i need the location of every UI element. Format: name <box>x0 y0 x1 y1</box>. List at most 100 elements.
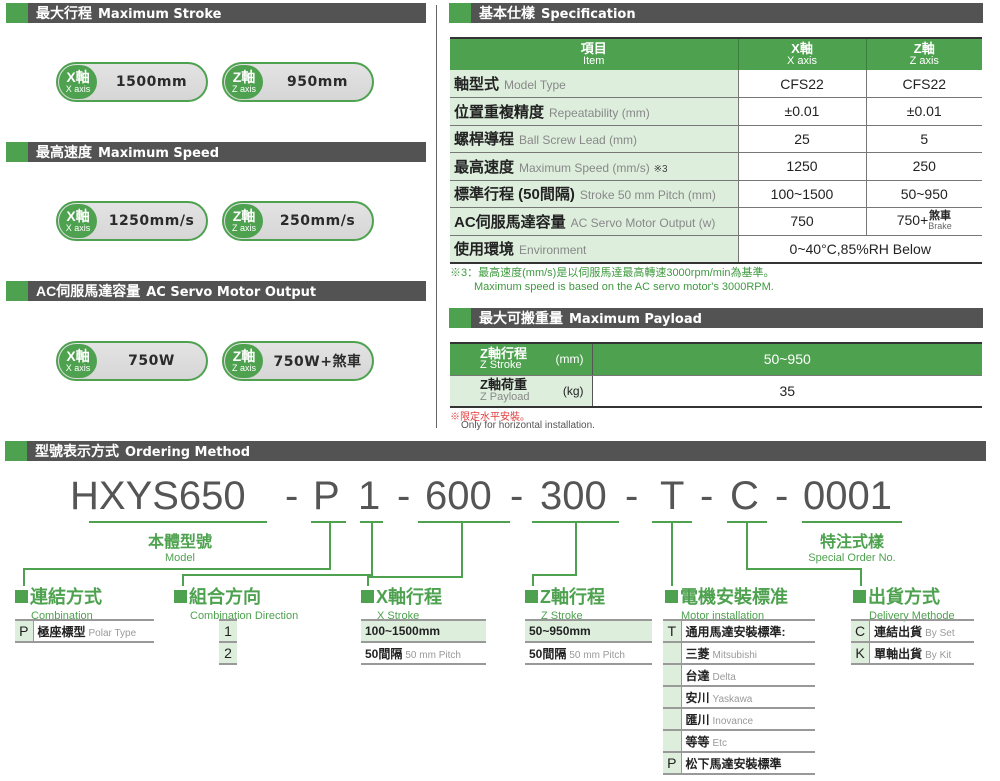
pill-value: 750W <box>128 353 175 369</box>
table-row: Z軸行程 Z Stroke (mm) 50~950 <box>450 342 982 376</box>
list-item: 三菱 Mitsubishi <box>663 642 815 665</box>
section-bar-servo-output: AC伺服馬達容量 AC Servo Motor Output <box>6 281 426 301</box>
list-item: 安川 Yaskawa <box>663 686 815 709</box>
spec-header-row: 項目 Item X軸 X axis Z軸 Z axis <box>450 37 982 70</box>
x-axis-badge: X軸 X axis <box>59 65 97 99</box>
category-delivery: 出貨方式 Delivery Methode <box>853 583 955 622</box>
direction-options: 1 2 <box>219 619 237 665</box>
header-x-axis: X軸 X axis <box>738 37 867 70</box>
code-part-special: 0001 <box>803 474 892 518</box>
list-item: 100~1500mm <box>361 619 486 643</box>
bullet-square-icon <box>853 589 866 603</box>
x-stroke-options: 100~1500mm 50間隔 50 mm Pitch <box>361 619 486 665</box>
z-value: 750+ 煞車 Brake <box>866 207 982 236</box>
spec-footnote: ※3：最高速度(mm/s)是以伺服馬達最高轉速3000rpm/min為基準。 M… <box>450 267 775 293</box>
x-axis-badge: X軸 X axis <box>59 344 97 378</box>
pill-output-x: X軸 X axis 750W <box>56 341 208 381</box>
list-item: 等等 Etc <box>663 730 815 753</box>
category-direction: 組合方向 Combination Direction <box>174 583 298 622</box>
pill-value: 1250mm/s <box>108 213 195 229</box>
code-part-combination: P <box>313 474 340 518</box>
section-title-zh: 最大行程 <box>36 5 92 21</box>
column-divider <box>436 5 437 428</box>
table-row: 軸型式 Model Type CFS22 CFS22 <box>450 70 982 98</box>
pill-value: 1500mm <box>115 74 188 90</box>
pill-value: 250mm/s <box>279 213 356 229</box>
list-item: 50間隔 50 mm Pitch <box>525 642 652 665</box>
model-label: 本體型號 Model <box>147 534 212 564</box>
category-motor: 電機安裝標准 Motor installation <box>665 583 788 622</box>
x-value: ±0.01 <box>738 97 867 126</box>
x-value: 1250 <box>738 152 867 181</box>
bullet-square-icon <box>15 589 28 603</box>
pill-output-z: Z軸 Z axis 750W+煞車 <box>222 341 374 381</box>
delivery-options: C 連結出貨 By Set K 單軸出貨 By Kit <box>851 619 974 665</box>
section-title-zh: 最高速度 <box>36 144 92 160</box>
pill-speed-z: Z軸 Z axis 250mm/s <box>222 201 374 241</box>
z-axis-badge: Z軸 Z axis <box>225 65 263 99</box>
pill-speed-x: X軸 X axis 1250mm/s <box>56 201 208 241</box>
z-axis-badge: Z軸 Z axis <box>225 344 263 378</box>
bullet-square-icon <box>525 589 538 603</box>
payload-table: Z軸行程 Z Stroke (mm) 50~950 Z軸荷重 Z Payload (kg… <box>450 342 982 408</box>
section-title-en: Maximum Payload <box>569 312 702 327</box>
list-item: K 單軸出貨 By Kit <box>851 642 974 665</box>
table-row: 使用環境 Environment 0~40°C,85%RH Below <box>450 235 982 264</box>
header-z-axis: Z軸 Z axis <box>866 37 982 70</box>
underline-x-stroke <box>418 521 510 523</box>
code-dash: - <box>510 474 524 518</box>
list-item: 50間隔 50 mm Pitch <box>361 642 486 665</box>
section-bar-ordering: 型號表示方式 Ordering Method <box>5 441 986 461</box>
section-bar-max-stroke: 最大行程 Maximum Stroke <box>6 3 426 23</box>
x-value: 25 <box>738 125 867 153</box>
code-part-direction: 1 <box>358 474 381 518</box>
section-title-zh: 最大可搬重量 <box>479 310 563 326</box>
z-axis-badge: Z軸 Z axis <box>225 204 263 238</box>
table-row: 標準行程 (50間隔) Stroke 50 mm Pitch (mm) 100~1… <box>450 180 982 208</box>
list-item: 50~950mm <box>525 619 652 643</box>
footnote-mark: ※3 <box>653 163 668 175</box>
code-part-z-stroke: 300 <box>540 474 607 518</box>
z-value: 5 <box>866 125 982 153</box>
z-value: 250 <box>866 152 982 181</box>
spec-table: 項目 Item X軸 X axis Z軸 Z axis 軸型式 Model Type C… <box>450 37 982 264</box>
code-part-motor: T <box>660 474 685 518</box>
section-title-zh: 基本仕樣 <box>479 5 535 21</box>
section-bar-payload: 最大可搬重量 Maximum Payload <box>449 308 983 328</box>
z-value: CFS22 <box>866 70 982 98</box>
pill-value: 950mm <box>287 74 348 90</box>
table-row: Z軸荷重 Z Payload (kg) 35 <box>450 375 982 408</box>
section-bar-max-speed: 最高速度 Maximum Speed <box>6 142 426 162</box>
bullet-square-icon <box>361 589 374 603</box>
list-item: 匯川 Inovance <box>663 708 815 731</box>
section-title-en: Ordering Method <box>125 445 250 460</box>
table-row: 最高速度 Maximum Speed (mm/s) ※3 1250 250 <box>450 152 982 181</box>
section-title-zh: AC伺服馬達容量 <box>36 283 141 299</box>
x-value: CFS22 <box>738 70 867 98</box>
underline-model <box>89 521 267 523</box>
code-dash: - <box>285 474 299 518</box>
list-item: T 通用馬達安裝標準: <box>663 619 815 643</box>
list-item: P 松下馬達安裝標準 <box>663 752 815 775</box>
bullet-square-icon <box>174 589 187 603</box>
code-part-x-stroke: 600 <box>425 474 492 518</box>
special-order-label: 特注式樣 Special Order No. <box>808 534 896 564</box>
pill-value: 750W+煞車 <box>273 354 362 370</box>
section-title-zh: 型號表示方式 <box>35 443 119 459</box>
list-item: P 極座標型 Polar Type <box>15 619 154 643</box>
header-item: 項目 Item <box>450 37 739 70</box>
z-value: 50~950 <box>866 180 982 208</box>
payload-value: 50~950 <box>592 342 982 376</box>
pill-stroke-x: X軸 X axis 1500mm <box>56 62 208 102</box>
section-title-en: Specification <box>541 7 636 22</box>
code-dash: - <box>397 474 411 518</box>
merged-value: 0~40°C,85%RH Below <box>738 235 982 264</box>
code-dash: - <box>700 474 714 518</box>
list-item: 台達 Delta <box>663 664 815 687</box>
section-bar-spec: 基本仕樣 Specification <box>449 3 983 23</box>
table-row: 螺桿導程 Ball Screw Lead (mm) 25 5 <box>450 125 982 153</box>
z-stroke-options: 50~950mm 50間隔 50 mm Pitch <box>525 619 652 665</box>
code-part-delivery: C <box>730 474 759 518</box>
list-item: 2 <box>219 642 237 665</box>
table-row: AC伺服馬達容量 AC Servo Motor Output (w) 750 75… <box>450 207 982 236</box>
